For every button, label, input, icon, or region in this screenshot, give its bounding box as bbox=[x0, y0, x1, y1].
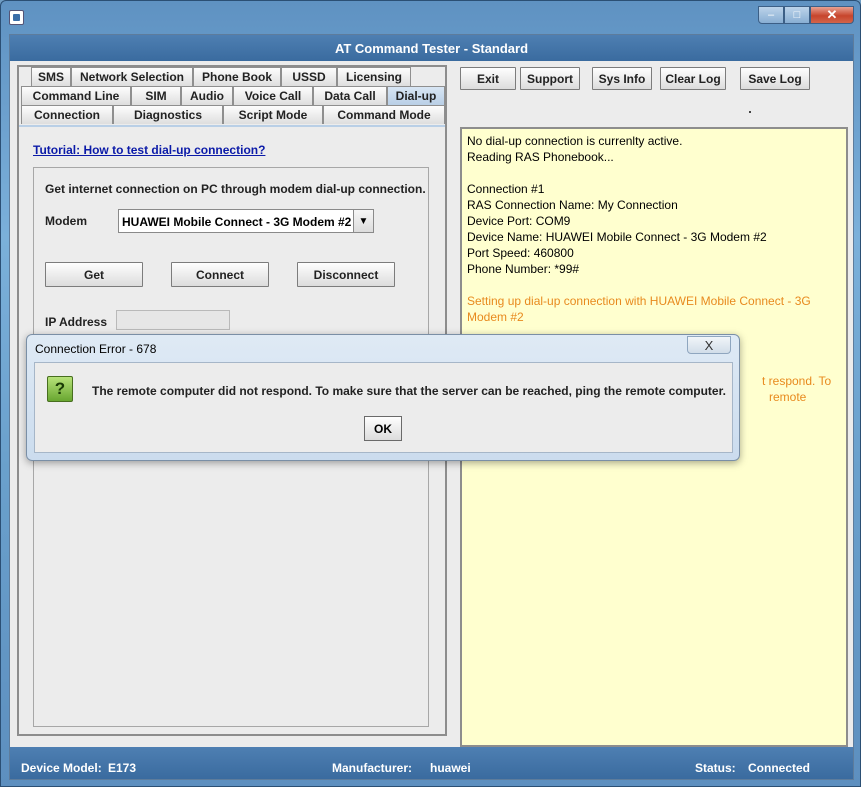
close-button[interactable]: ✕ bbox=[810, 6, 854, 24]
manufacturer-label: Manufacturer: bbox=[332, 761, 413, 775]
connection-error-dialog: Connection Error - 678 X ? The remote co… bbox=[26, 334, 740, 461]
minimize-button[interactable]: – bbox=[758, 6, 784, 24]
tab-phone-book[interactable]: Phone Book bbox=[193, 67, 281, 86]
dialog-title: Connection Error - 678 bbox=[35, 342, 157, 356]
modem-select[interactable]: HUAWEI Mobile Connect - 3G Modem #2 ▼ bbox=[118, 209, 374, 233]
status-value: Connected bbox=[748, 761, 811, 775]
log-line: Connection #1 bbox=[467, 182, 545, 196]
close-icon: X bbox=[704, 337, 714, 353]
device-model-value: E173 bbox=[108, 761, 137, 775]
log-line: Device Name: HUAWEI Mobile Connect - 3G … bbox=[467, 230, 767, 244]
tutorial-link[interactable]: Tutorial: How to test dial-up connection… bbox=[33, 143, 265, 157]
chevron-down-icon[interactable]: ▼ bbox=[353, 210, 373, 232]
modem-label: Modem bbox=[45, 214, 87, 228]
separator-dot bbox=[749, 111, 751, 113]
tab-sim[interactable]: SIM bbox=[131, 86, 181, 105]
java-app-icon[interactable] bbox=[9, 10, 24, 25]
get-button[interactable]: Get bbox=[45, 262, 143, 287]
status-label: Status: bbox=[695, 761, 736, 775]
tab-network-selection[interactable]: Network Selection bbox=[71, 67, 193, 86]
tab-audio[interactable]: Audio bbox=[181, 86, 233, 105]
log-line: Setting up dial-up connection with HUAWE… bbox=[467, 294, 815, 324]
log-line: RAS Connection Name: My Connection bbox=[467, 198, 678, 212]
ip-address-field[interactable] bbox=[116, 310, 230, 330]
tab-command-mode[interactable]: Command Mode bbox=[323, 105, 445, 124]
tab-row-2: Command Line SIM Audio Voice Call Data C… bbox=[19, 86, 445, 105]
window-title: AT Command Tester - Standard bbox=[10, 35, 853, 61]
ip-address-label: IP Address bbox=[45, 315, 108, 329]
dialup-description: Get internet connection on PC through mo… bbox=[45, 182, 426, 196]
tab-data-call[interactable]: Data Call bbox=[313, 86, 387, 105]
tab-ussd[interactable]: USSD bbox=[281, 67, 337, 86]
maximize-button[interactable]: □ bbox=[784, 6, 810, 24]
minimize-icon: – bbox=[767, 9, 775, 21]
connect-button[interactable]: Connect bbox=[171, 262, 269, 287]
status-bar: Device Model: E173 Manufacturer: huawei … bbox=[10, 747, 853, 779]
ok-button[interactable]: OK bbox=[364, 416, 402, 441]
log-line: No dial-up connection is currenlty activ… bbox=[467, 134, 683, 148]
log-partial-line-1: t respond. To bbox=[762, 374, 832, 388]
exit-button[interactable]: Exit bbox=[460, 67, 516, 90]
disconnect-button[interactable]: Disconnect bbox=[297, 262, 395, 287]
modem-select-value: HUAWEI Mobile Connect - 3G Modem #2 bbox=[122, 215, 352, 229]
close-icon: ✕ bbox=[826, 7, 838, 22]
tab-script-mode[interactable]: Script Mode bbox=[223, 105, 323, 124]
log-partial-line-2: remote bbox=[769, 390, 807, 404]
support-button[interactable]: Support bbox=[520, 67, 580, 90]
dialog-close-button[interactable]: X bbox=[687, 336, 731, 354]
log-line: Reading RAS Phonebook... bbox=[467, 150, 614, 164]
tab-licensing[interactable]: Licensing bbox=[337, 67, 411, 86]
clear-log-button[interactable]: Clear Log bbox=[660, 67, 726, 90]
sys-info-button[interactable]: Sys Info bbox=[592, 67, 652, 90]
tab-row-3: Connection Diagnostics Script Mode Comma… bbox=[19, 105, 445, 124]
maximize-icon: □ bbox=[793, 9, 801, 21]
tab-diagnostics[interactable]: Diagnostics bbox=[113, 105, 223, 124]
tab-dial-up[interactable]: Dial-up bbox=[387, 86, 445, 105]
manufacturer-value: huawei bbox=[430, 761, 471, 775]
dialog-message: The remote computer did not respond. To … bbox=[92, 384, 726, 398]
tab-row-1: SMS Network Selection Phone Book USSD Li… bbox=[19, 67, 445, 86]
tab-sms[interactable]: SMS bbox=[31, 67, 71, 86]
dialog-body: ? The remote computer did not respond. T… bbox=[34, 362, 733, 453]
log-line: Device Port: COM9 bbox=[467, 214, 571, 228]
log-line: Phone Number: *99# bbox=[467, 262, 580, 276]
question-icon: ? bbox=[47, 376, 73, 402]
tab-voice-call[interactable]: Voice Call bbox=[233, 86, 313, 105]
device-model-label: Device Model: bbox=[21, 761, 102, 775]
caption-buttons: – □ ✕ bbox=[758, 6, 854, 26]
tab-command-line[interactable]: Command Line bbox=[21, 86, 131, 105]
log-line: Port Speed: 460800 bbox=[467, 246, 574, 260]
save-log-button[interactable]: Save Log bbox=[740, 67, 810, 90]
tab-connection[interactable]: Connection bbox=[21, 105, 113, 124]
